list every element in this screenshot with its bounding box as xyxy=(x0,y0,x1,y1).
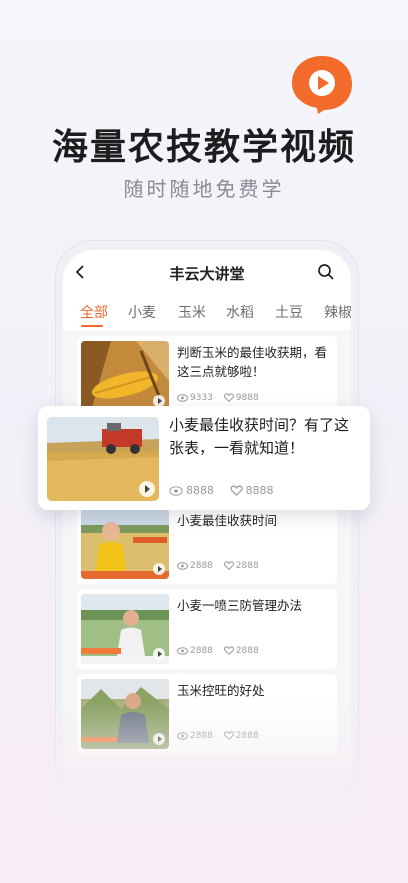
play-icon xyxy=(153,648,165,660)
tab-wheat[interactable]: 小麦 xyxy=(128,302,156,322)
heart-icon xyxy=(223,646,234,655)
tab-all[interactable]: 全部 xyxy=(80,302,108,322)
heart-icon xyxy=(223,731,234,740)
video-title: 判断玉米的最佳收获期，看这三点就够啦！ xyxy=(177,345,328,379)
play-icon xyxy=(153,733,165,745)
video-thumbnail xyxy=(81,594,169,664)
headline: 海量农技教学视频 xyxy=(51,127,356,168)
play-icon xyxy=(153,563,165,575)
video-thumbnail xyxy=(81,341,169,411)
video-title: 小麦最佳收获时间 xyxy=(177,513,278,528)
video-stats: 9333 9888 xyxy=(177,393,267,403)
featured-video-card[interactable]: 小麦最佳收获时间？有了这张表，一看就知道！ 8888 8888 xyxy=(38,406,370,510)
heart-icon xyxy=(223,561,234,570)
eye-icon xyxy=(177,732,188,740)
video-card[interactable]: 判断玉米的最佳收获期，看这三点就够啦！ 9333 9888 xyxy=(77,336,337,416)
eye-icon xyxy=(169,486,183,496)
video-stats: 2888 2888 xyxy=(177,561,267,571)
like-count: 9888 xyxy=(235,393,259,403)
tab-rice[interactable]: 水稻 xyxy=(226,302,254,322)
category-tabs: 全部 小麦 玉米 水稻 土豆 辣椒 xyxy=(63,294,351,330)
view-count: 9333 xyxy=(190,393,213,403)
search-icon xyxy=(318,264,334,280)
subline: 随时随地免费学 xyxy=(123,177,285,201)
video-card[interactable]: 玉米控旺的好处 2888 2888 xyxy=(77,674,337,754)
app-screen: 丰云大讲堂 全部 小麦 玉米 水稻 土豆 辣椒 判断玉米的最佳收获期，看这三点就… xyxy=(63,250,351,770)
video-list: 判断玉米的最佳收获期，看这三点就够啦！ 9333 9888 小麦最佳收获时间 2… xyxy=(63,330,351,770)
view-count: 2888 xyxy=(190,731,213,741)
video-card[interactable]: 小麦一喷三防管理办法 2888 2888 xyxy=(77,589,337,669)
tab-chili[interactable]: 辣椒 xyxy=(324,302,351,322)
eye-icon xyxy=(177,562,188,570)
view-count: 8888 xyxy=(186,484,214,497)
tab-corn[interactable]: 玉米 xyxy=(178,302,206,322)
video-card[interactable]: 小麦最佳收获时间 2888 2888 xyxy=(77,504,337,584)
video-title: 小麦一喷三防管理办法 xyxy=(177,598,303,613)
video-stats: 2888 2888 xyxy=(177,731,267,741)
like-count: 2888 xyxy=(235,561,259,571)
active-tab-indicator xyxy=(81,325,103,327)
search-button[interactable] xyxy=(317,263,335,281)
play-icon xyxy=(139,481,155,497)
view-count: 2888 xyxy=(190,561,213,571)
featured-title: 小麦最佳收获时间？有了这张表，一看就知道！ xyxy=(169,416,350,457)
like-count: 2888 xyxy=(235,646,259,656)
play-bubble-logo-icon xyxy=(292,56,352,114)
video-thumbnail xyxy=(81,509,169,579)
tab-potato[interactable]: 土豆 xyxy=(275,302,303,322)
video-title: 玉米控旺的好处 xyxy=(177,683,265,698)
eye-icon xyxy=(177,647,188,655)
featured-thumbnail xyxy=(47,417,159,501)
heart-icon xyxy=(229,485,243,496)
video-stats: 2888 2888 xyxy=(177,646,267,656)
eye-icon xyxy=(177,394,188,402)
view-count: 2888 xyxy=(190,646,213,656)
featured-stats: 8888 8888 xyxy=(169,484,286,497)
like-count: 2888 xyxy=(235,731,259,741)
video-thumbnail xyxy=(81,679,169,749)
like-count: 8888 xyxy=(245,484,274,497)
nav-bar: 丰云大讲堂 xyxy=(63,250,351,294)
page-title: 丰云大讲堂 xyxy=(169,265,245,283)
heart-icon xyxy=(223,393,234,402)
